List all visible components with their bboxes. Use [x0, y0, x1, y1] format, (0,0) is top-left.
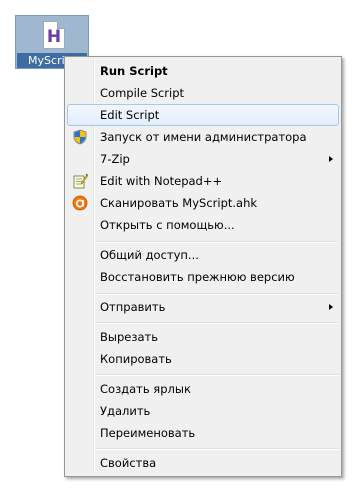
menu-item-edit-script[interactable]: Edit Script — [67, 104, 339, 126]
menu-item-label: Удалить — [100, 404, 151, 418]
uac-shield-icon — [72, 129, 88, 145]
menu-item-label: Свойства — [100, 456, 157, 470]
menu-item-properties[interactable]: Свойства — [67, 452, 339, 474]
menu-item-scan[interactable]: Сканировать MyScript.ahk — [67, 192, 339, 214]
menu-item-sharing[interactable]: Общий доступ... — [67, 244, 339, 266]
menu-item-edit-notepadpp[interactable]: Edit with Notepad++ — [67, 170, 339, 192]
menu-item-label: Восстановить прежнюю версию — [100, 270, 295, 284]
menu-item-label: Создать ярлык — [100, 382, 191, 396]
menu-item-label: Сканировать MyScript.ahk — [100, 196, 258, 210]
menu-item-open-with[interactable]: Открыть с помощью... — [67, 214, 339, 236]
menu-item-label: Переименовать — [100, 426, 196, 440]
menu-item-compile-script[interactable]: Compile Script — [67, 82, 339, 104]
ahk-script-icon: H — [43, 21, 65, 49]
menu-item-rename[interactable]: Переименовать — [67, 422, 339, 444]
menu-separator — [96, 374, 338, 376]
menu-item-label: Отправить — [100, 300, 166, 314]
menu-item-create-shortcut[interactable]: Создать ярлык — [67, 378, 339, 400]
context-menu: Run Script Compile Script Edit Script За… — [64, 56, 342, 477]
menu-separator — [96, 322, 338, 324]
menu-item-send-to[interactable]: Отправить — [67, 296, 339, 318]
menu-separator — [96, 293, 338, 295]
menu-item-copy[interactable]: Копировать — [67, 348, 339, 370]
menu-item-label: Копировать — [100, 352, 172, 366]
submenu-arrow-icon — [329, 156, 333, 162]
menu-item-delete[interactable]: Удалить — [67, 400, 339, 422]
submenu-arrow-icon — [329, 304, 333, 310]
menu-item-run-script[interactable]: Run Script — [67, 60, 339, 82]
menu-item-label: Запуск от имени администратора — [100, 130, 307, 144]
icon-letter: H — [46, 27, 62, 47]
menu-item-7zip[interactable]: 7-Zip — [67, 148, 339, 170]
menu-item-label: Общий доступ... — [100, 248, 199, 262]
menu-item-label: Открыть с помощью... — [100, 218, 235, 232]
menu-separator — [96, 448, 338, 450]
menu-item-label: 7-Zip — [100, 152, 130, 166]
antivirus-icon — [72, 195, 88, 211]
menu-item-label: Edit with Notepad++ — [100, 174, 223, 188]
menu-item-restore-previous[interactable]: Восстановить прежнюю версию — [67, 266, 339, 288]
menu-item-label: Вырезать — [100, 330, 158, 344]
menu-separator — [96, 241, 338, 243]
menu-item-label: Run Script — [100, 64, 168, 78]
menu-item-label: Compile Script — [100, 86, 185, 100]
menu-item-run-as-admin[interactable]: Запуск от имени администратора — [67, 126, 339, 148]
notepadpp-icon — [72, 173, 89, 189]
menu-item-label: Edit Script — [100, 108, 160, 122]
menu-item-cut[interactable]: Вырезать — [67, 326, 339, 348]
